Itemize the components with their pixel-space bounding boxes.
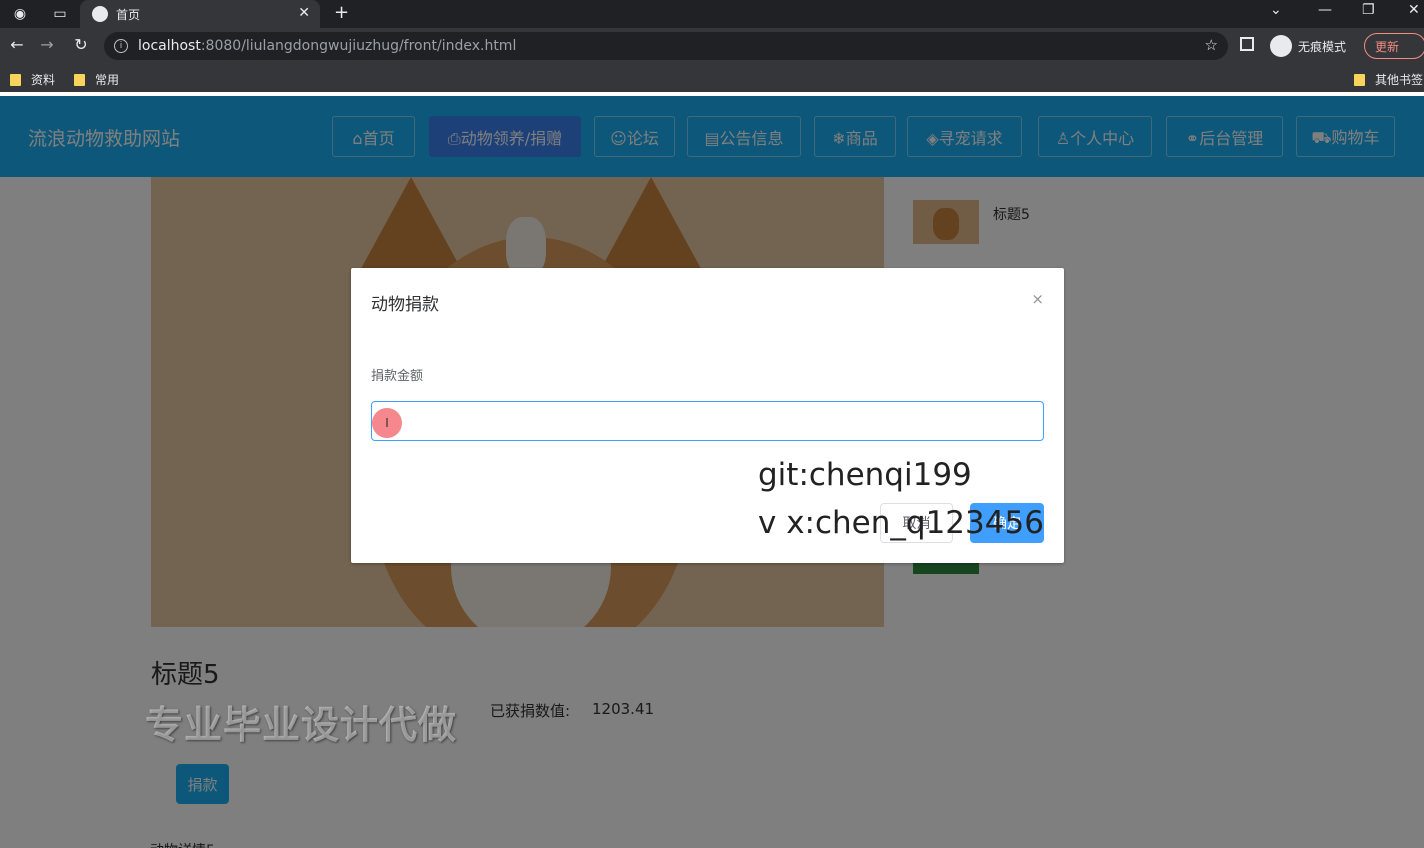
update-label: 更新 bbox=[1375, 39, 1400, 54]
dialog-title: 动物捐款 bbox=[371, 295, 439, 315]
bookmark-folder-ziliao[interactable]: 资料 bbox=[10, 71, 55, 88]
bookmarks-bar: 资料 常用 其他书签 bbox=[0, 64, 1424, 92]
git-watermark: git:chenqi199 bbox=[758, 457, 972, 493]
bookmark-folder-other[interactable]: 其他书签 bbox=[1354, 71, 1423, 88]
bookmark-folder-changyong[interactable]: 常用 bbox=[74, 71, 119, 88]
forward-arrow-icon[interactable]: → bbox=[36, 35, 58, 54]
update-button[interactable]: 更新 bbox=[1364, 33, 1424, 59]
bookmark-label: 常用 bbox=[95, 73, 120, 87]
text-cursor-icon: I bbox=[372, 408, 402, 438]
website-viewport: 流浪动物救助网站 ⌂首页 ⎙动物领养/捐赠 ☺论坛 ▤公告信息 ❄商品 ◈寻宠请… bbox=[0, 96, 1424, 848]
folder-icon bbox=[1354, 73, 1365, 86]
folder-icon bbox=[10, 73, 21, 86]
tab-title: 首页 bbox=[116, 7, 141, 22]
url-path: :8080/liulangdongwujiuzhug/front/index.h… bbox=[200, 38, 517, 54]
contact-watermark: v x:chen_q123456 bbox=[758, 505, 1044, 541]
minimize-icon[interactable]: — bbox=[1318, 2, 1332, 18]
incognito-indicator[interactable]: 无痕模式 bbox=[1270, 35, 1346, 57]
browser-tab-strip: ◉ ▭ 首页 ✕ + ⌄ — ❐ ✕ bbox=[0, 0, 1424, 28]
browser-tab-home[interactable]: 首页 ✕ bbox=[80, 0, 320, 28]
bookmark-label: 资料 bbox=[31, 73, 56, 87]
browser-toolbar: ← → ↻ i localhost:8080/liulangdongwujiuz… bbox=[0, 28, 1424, 64]
side-panel-icon[interactable] bbox=[1240, 37, 1254, 51]
tab-close-icon[interactable]: ✕ bbox=[298, 5, 310, 21]
bookmark-star-icon[interactable]: ☆ bbox=[1205, 36, 1218, 54]
overlay-watermark: 专业毕业设计代做 bbox=[145, 703, 458, 747]
bookmark-label: 其他书签 bbox=[1375, 73, 1424, 87]
folder-icon bbox=[74, 73, 85, 86]
incognito-icon bbox=[1270, 35, 1292, 57]
tab-favicon-icon bbox=[92, 6, 108, 22]
info-icon[interactable]: i bbox=[114, 39, 128, 53]
incognito-label: 无痕模式 bbox=[1298, 39, 1347, 54]
chevron-down-icon[interactable]: ⌄ bbox=[1270, 2, 1282, 18]
new-tab-button[interactable]: + bbox=[334, 2, 349, 23]
globe-icon[interactable]: ◉ bbox=[10, 4, 30, 24]
amount-label: 捐款金额 bbox=[371, 369, 424, 384]
url-host: localhost bbox=[138, 38, 201, 54]
donation-dialog: 动物捐款 × 捐款金额 I 取消 确定 git:chenqi199 v x:ch… bbox=[351, 268, 1064, 563]
close-icon[interactable]: × bbox=[1031, 290, 1044, 308]
window-close-icon[interactable]: ✕ bbox=[1408, 2, 1420, 18]
restore-icon[interactable]: ❐ bbox=[1362, 2, 1375, 18]
address-bar[interactable]: i localhost:8080/liulangdongwujiuzhug/fr… bbox=[104, 32, 1228, 60]
window-icon[interactable]: ▭ bbox=[50, 4, 70, 24]
amount-input[interactable] bbox=[371, 401, 1044, 441]
back-arrow-icon[interactable]: ← bbox=[6, 35, 28, 54]
reload-icon[interactable]: ↻ bbox=[70, 35, 92, 54]
